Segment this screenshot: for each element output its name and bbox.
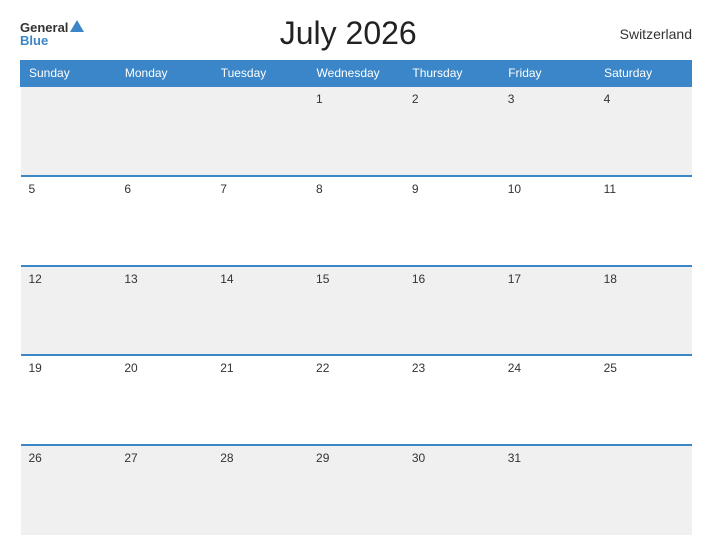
col-friday: Friday — [500, 61, 596, 87]
day-number: 14 — [220, 272, 233, 286]
calendar-week-row: 19 20 21 22 23 24 25 — [21, 355, 692, 445]
calendar-day-cell: 2 — [404, 86, 500, 176]
calendar-day-cell: 21 — [212, 355, 308, 445]
calendar-page: General Blue July 2026 Switzerland Sunda… — [0, 0, 712, 550]
day-number: 29 — [316, 451, 329, 465]
day-number: 4 — [604, 92, 611, 106]
calendar-day-cell: 12 — [21, 266, 117, 356]
calendar-day-cell: 5 — [21, 176, 117, 266]
calendar-day-cell: 13 — [116, 266, 212, 356]
calendar-header: General Blue July 2026 Switzerland — [20, 15, 692, 52]
day-number: 23 — [412, 361, 425, 375]
day-number: 25 — [604, 361, 617, 375]
day-number: 28 — [220, 451, 233, 465]
day-number: 24 — [508, 361, 521, 375]
col-tuesday: Tuesday — [212, 61, 308, 87]
calendar-body: 1234567891011121314151617181920212223242… — [21, 86, 692, 535]
calendar-week-row: 12 13 14 15 16 17 18 — [21, 266, 692, 356]
day-number: 13 — [124, 272, 137, 286]
logo-triangle-icon — [70, 20, 84, 32]
day-number: 10 — [508, 182, 521, 196]
calendar-day-cell: 29 — [308, 445, 404, 535]
col-sunday: Sunday — [21, 61, 117, 87]
day-number: 2 — [412, 92, 419, 106]
calendar-day-cell: 3 — [500, 86, 596, 176]
calendar-day-cell: 27 — [116, 445, 212, 535]
day-number: 18 — [604, 272, 617, 286]
calendar-day-cell: 31 — [500, 445, 596, 535]
calendar-day-cell: 22 — [308, 355, 404, 445]
country-label: Switzerland — [612, 26, 692, 42]
calendar-day-cell — [212, 86, 308, 176]
day-number: 27 — [124, 451, 137, 465]
calendar-day-cell: 24 — [500, 355, 596, 445]
calendar-week-row: 5 6 7 8 9 10 11 — [21, 176, 692, 266]
logo-blue: Blue — [20, 33, 48, 48]
calendar-day-cell — [21, 86, 117, 176]
calendar-day-cell: 26 — [21, 445, 117, 535]
day-number: 19 — [29, 361, 42, 375]
calendar-day-cell: 25 — [596, 355, 692, 445]
day-number: 1 — [316, 92, 323, 106]
day-number: 5 — [29, 182, 36, 196]
day-number: 20 — [124, 361, 137, 375]
calendar-day-cell: 15 — [308, 266, 404, 356]
day-number: 7 — [220, 182, 227, 196]
col-monday: Monday — [116, 61, 212, 87]
day-number: 31 — [508, 451, 521, 465]
calendar-day-cell: 9 — [404, 176, 500, 266]
calendar-header-row: Sunday Monday Tuesday Wednesday Thursday… — [21, 61, 692, 87]
calendar-day-cell: 23 — [404, 355, 500, 445]
calendar-day-cell: 16 — [404, 266, 500, 356]
calendar-day-cell: 17 — [500, 266, 596, 356]
day-number: 16 — [412, 272, 425, 286]
logo: General Blue — [20, 20, 84, 48]
calendar-day-cell: 19 — [21, 355, 117, 445]
day-number: 17 — [508, 272, 521, 286]
calendar-day-cell — [596, 445, 692, 535]
calendar-day-cell: 30 — [404, 445, 500, 535]
col-thursday: Thursday — [404, 61, 500, 87]
calendar-week-row: 1 2 3 4 — [21, 86, 692, 176]
col-wednesday: Wednesday — [308, 61, 404, 87]
day-number: 6 — [124, 182, 131, 196]
day-number: 12 — [29, 272, 42, 286]
day-number: 3 — [508, 92, 515, 106]
calendar-day-cell: 18 — [596, 266, 692, 356]
calendar-day-cell: 14 — [212, 266, 308, 356]
col-saturday: Saturday — [596, 61, 692, 87]
calendar-day-cell: 4 — [596, 86, 692, 176]
day-number: 30 — [412, 451, 425, 465]
calendar-week-row: 26 27 28 29 30 31 — [21, 445, 692, 535]
calendar-day-cell: 11 — [596, 176, 692, 266]
day-number: 22 — [316, 361, 329, 375]
day-number: 21 — [220, 361, 233, 375]
day-number: 8 — [316, 182, 323, 196]
day-number: 15 — [316, 272, 329, 286]
calendar-day-cell: 28 — [212, 445, 308, 535]
calendar-day-cell: 8 — [308, 176, 404, 266]
calendar-day-cell: 10 — [500, 176, 596, 266]
day-number: 9 — [412, 182, 419, 196]
day-number: 11 — [604, 182, 616, 196]
calendar-table: Sunday Monday Tuesday Wednesday Thursday… — [20, 60, 692, 535]
calendar-day-cell: 20 — [116, 355, 212, 445]
day-number: 26 — [29, 451, 42, 465]
calendar-title: July 2026 — [84, 15, 612, 52]
calendar-day-cell — [116, 86, 212, 176]
calendar-day-cell: 7 — [212, 176, 308, 266]
calendar-day-cell: 1 — [308, 86, 404, 176]
calendar-day-cell: 6 — [116, 176, 212, 266]
